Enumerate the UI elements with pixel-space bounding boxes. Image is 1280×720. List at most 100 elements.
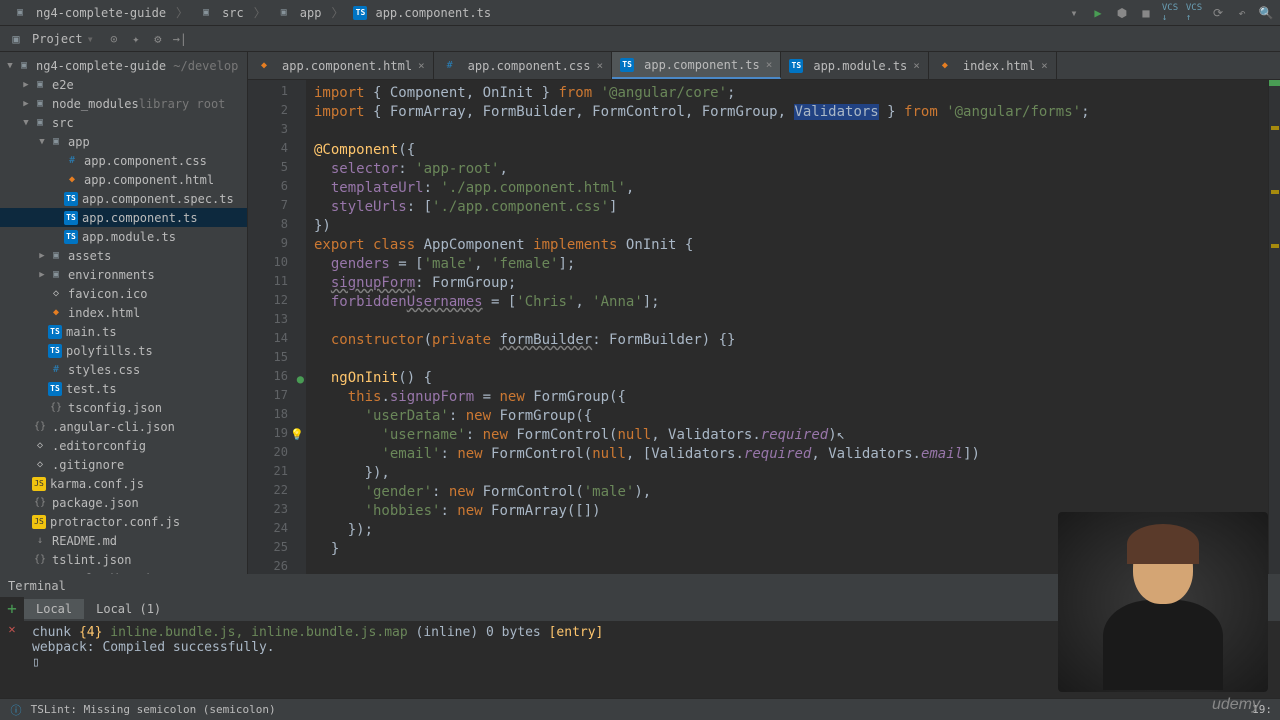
folder-icon: ▣ — [48, 248, 64, 264]
close-icon[interactable]: × — [766, 58, 773, 71]
search-icon[interactable]: 🔍 — [1258, 5, 1274, 21]
tree-item[interactable]: ▶▣node_modules library root — [0, 94, 247, 113]
sync-icon[interactable]: ⟳ — [1210, 5, 1226, 21]
project-dropdown[interactable]: Project ▾ — [32, 32, 94, 46]
debug-icon[interactable]: ⬢ — [1114, 5, 1130, 21]
tree-item[interactable]: TStest.ts — [0, 379, 247, 398]
tree-item[interactable]: ◆index.html — [0, 303, 247, 322]
js-icon: JS — [32, 515, 46, 529]
editor-tab[interactable]: #app.component.css× — [434, 52, 612, 79]
tree-item[interactable]: {}tslint.json — [0, 550, 247, 569]
tree-item[interactable]: {}package.json — [0, 493, 247, 512]
add-terminal-icon[interactable]: + — [7, 599, 17, 618]
collapse-icon[interactable]: ⊙ — [106, 31, 122, 47]
chevron-right-icon: 〉 — [254, 4, 266, 21]
close-terminal-icon[interactable]: ✕ — [8, 622, 15, 636]
js-icon: JS — [32, 477, 46, 491]
tree-item[interactable]: #app.component.css — [0, 151, 247, 170]
editor-tabs: ◆app.component.html×#app.component.css×T… — [248, 52, 1280, 80]
chevron-icon[interactable]: ▶ — [20, 80, 32, 90]
tree-item[interactable]: TSpolyfills.ts — [0, 341, 247, 360]
udemy-logo: udemy — [1212, 696, 1260, 714]
folder-icon: ▣ — [16, 58, 32, 74]
breadcrumb-item[interactable]: TSapp.component.ts — [347, 4, 497, 22]
tree-item[interactable]: ◆app.component.html — [0, 170, 247, 189]
editor-tab[interactable]: TSapp.module.ts× — [781, 52, 929, 79]
tree-item[interactable]: JSkarma.conf.js — [0, 474, 247, 493]
vcs-icon[interactable]: VCS↓ — [1162, 5, 1178, 21]
terminal-tab[interactable]: Local — [24, 599, 84, 619]
tree-item[interactable]: ◇.gitignore — [0, 455, 247, 474]
ts-icon: TS — [64, 230, 78, 244]
css-icon: # — [64, 153, 80, 169]
terminal-tab[interactable]: Local (1) — [84, 599, 173, 619]
chevron-right-icon: 〉 — [331, 4, 343, 21]
html-icon: ◆ — [48, 305, 64, 321]
tree-root[interactable]: ▼ ▣ ng4-complete-guide ~/develop — [0, 56, 247, 75]
expand-icon[interactable]: ✦ — [128, 31, 144, 47]
error-stripe[interactable] — [1268, 80, 1280, 574]
json-icon: {} — [32, 495, 48, 511]
chevron-icon[interactable]: ▼ — [36, 137, 48, 147]
folder-icon: ▣ — [32, 96, 48, 112]
tree-item[interactable]: ▼▣app — [0, 132, 247, 151]
project-tree[interactable]: ▼ ▣ ng4-complete-guide ~/develop ▶▣e2e▶▣… — [0, 52, 248, 574]
chevron-icon[interactable]: ▶ — [36, 251, 48, 261]
tree-item[interactable]: ◇.editorconfig — [0, 436, 247, 455]
chevron-icon[interactable]: ▶ — [20, 99, 32, 109]
tree-item[interactable]: ▶▣environments — [0, 265, 247, 284]
editor-tab[interactable]: ◆index.html× — [929, 52, 1057, 79]
tree-item[interactable]: TSapp.component.ts — [0, 208, 247, 227]
json-icon: {} — [48, 400, 64, 416]
ts-icon: TS — [48, 325, 62, 339]
chevron-icon[interactable]: ▼ — [20, 118, 32, 128]
folder-icon: ▣ — [48, 267, 64, 283]
close-icon[interactable]: × — [913, 59, 920, 72]
breadcrumb-item[interactable]: ▣app — [270, 3, 328, 23]
tree-item[interactable]: ▶▣assets — [0, 246, 247, 265]
code-editor[interactable]: import { Component, OnInit } from '@angu… — [306, 80, 1268, 574]
md-icon: ↓ — [32, 533, 48, 549]
info-icon: ⓘ — [8, 702, 24, 718]
editor-tab[interactable]: TSapp.component.ts× — [612, 52, 781, 79]
tree-item[interactable]: {}tsconfig.json — [0, 398, 247, 417]
tree-item[interactable]: ◇favicon.ico — [0, 284, 247, 303]
tree-item[interactable]: ▶▣e2e — [0, 75, 247, 94]
tree-item[interactable]: ↓README.md — [0, 531, 247, 550]
close-icon[interactable]: × — [418, 59, 425, 72]
file-icon: ◇ — [48, 286, 64, 302]
file-icon: ◇ — [32, 457, 48, 473]
tree-item[interactable]: {}.angular-cli.json — [0, 417, 247, 436]
close-icon[interactable]: × — [1041, 59, 1048, 72]
run-config-dropdown[interactable]: ▾ — [1066, 5, 1082, 21]
tree-item[interactable]: ▼▣src — [0, 113, 247, 132]
folder-icon: ▣ — [12, 5, 28, 21]
chevron-right-icon: 〉 — [176, 4, 188, 21]
tree-item[interactable]: TSmain.ts — [0, 322, 247, 341]
undo-icon[interactable]: ↶ — [1234, 5, 1250, 21]
project-toolbar: ▣ Project ▾ ⊙ ✦ ⚙ →| — [0, 26, 1280, 52]
navigation-bar: ▣ng4-complete-guide 〉 ▣src 〉 ▣app 〉 TSap… — [0, 0, 1280, 26]
file-icon: ◇ — [32, 438, 48, 454]
stop-icon[interactable]: ■ — [1138, 5, 1154, 21]
ts-icon: TS — [64, 192, 78, 206]
ts-icon: TS — [789, 59, 803, 73]
breadcrumb-item[interactable]: ▣src — [192, 3, 250, 23]
chevron-icon[interactable]: ▶ — [36, 270, 48, 280]
run-icon[interactable]: ▶ — [1090, 5, 1106, 21]
status-bar: ⓘ TSLint: Missing semicolon (semicolon) … — [0, 698, 1280, 720]
tree-item[interactable]: #styles.css — [0, 360, 247, 379]
webcam-overlay — [1058, 512, 1268, 692]
hide-icon[interactable]: →| — [172, 31, 188, 47]
line-number-gutter[interactable]: 12345678910111213141516●171819💡202122232… — [248, 80, 306, 574]
vcs-icon[interactable]: VCS↑ — [1186, 5, 1202, 21]
editor-tab[interactable]: ◆app.component.html× — [248, 52, 434, 79]
close-icon[interactable]: × — [597, 59, 604, 72]
tree-item[interactable]: JSprotractor.conf.js — [0, 512, 247, 531]
tree-item[interactable]: TSapp.component.spec.ts — [0, 189, 247, 208]
breadcrumb-item[interactable]: ▣ng4-complete-guide — [6, 3, 172, 23]
settings-icon[interactable]: ⚙ — [150, 31, 166, 47]
chevron-down-icon[interactable]: ▼ — [4, 61, 16, 71]
tree-item[interactable]: TSapp.module.ts — [0, 227, 247, 246]
ts-icon: TS — [353, 6, 367, 20]
